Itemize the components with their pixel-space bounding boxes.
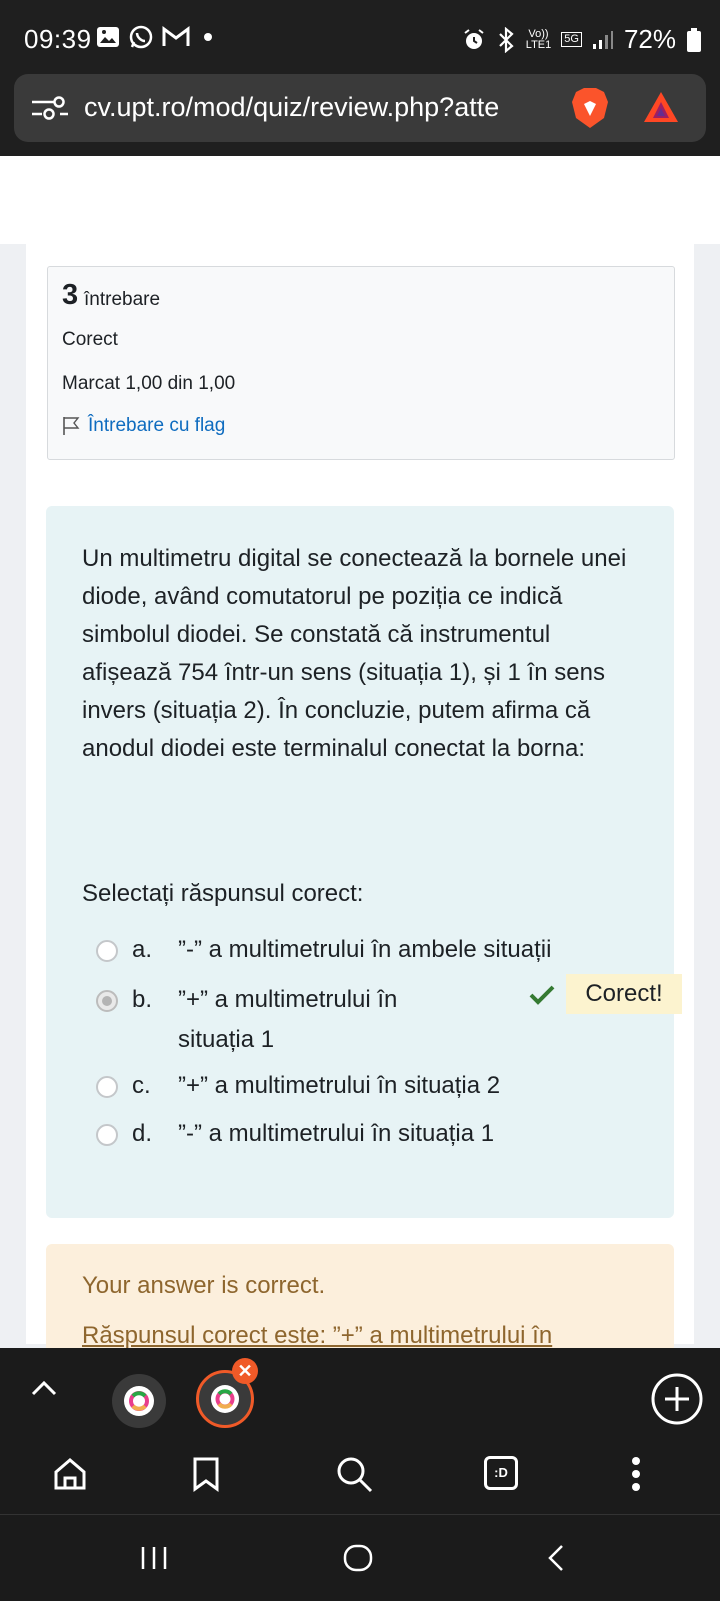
answer-prompt: Selectați răspunsul corect:: [82, 880, 364, 907]
gallery-icon: [97, 27, 119, 47]
home-icon[interactable]: [52, 1456, 88, 1492]
recent-apps-icon[interactable]: [140, 1545, 168, 1571]
tab-thumbnail[interactable]: [112, 1374, 166, 1428]
radio-button-selected[interactable]: [96, 990, 118, 1012]
radio-button[interactable]: [96, 940, 118, 962]
tab-switcher-button[interactable]: :D: [484, 1456, 518, 1490]
answer-letter: b.: [132, 986, 153, 1013]
radio-button[interactable]: [96, 1076, 118, 1098]
home-nav-icon[interactable]: [342, 1543, 374, 1573]
radio-button[interactable]: [96, 1124, 118, 1146]
flag-question-link[interactable]: Întrebare cu flag: [62, 415, 225, 437]
status-right: Vo)) LTE1 5G 72%: [462, 24, 702, 55]
question-number: 3: [62, 279, 79, 311]
toolbar-buttons: :D: [0, 1448, 720, 1508]
battery-percent: 72%: [623, 24, 676, 54]
brave-rewards-icon[interactable]: [642, 90, 680, 124]
browser-bottom-toolbar: ✕ :D: [0, 1348, 720, 1514]
address-bar[interactable]: cv.upt.ro/mod/quiz/review.php?atte: [14, 74, 706, 142]
correct-check-icon: [529, 985, 555, 1005]
network-5g-indicator: 5G: [561, 32, 582, 47]
close-tab-icon[interactable]: ✕: [232, 1358, 258, 1384]
status-time: 09:39: [24, 24, 92, 54]
flag-label[interactable]: Întrebare cu flag: [88, 415, 225, 437]
question-word: întrebare: [84, 289, 161, 310]
brave-shields-icon[interactable]: [570, 86, 610, 130]
more-notifications-dot: [204, 33, 212, 41]
question-info-box: 3 întrebare Corect Marcat 1,00 din 1,00 …: [47, 266, 675, 460]
gmail-icon: [162, 26, 190, 46]
answer-text: ”-” a multimetrului în situația 1: [178, 1120, 495, 1147]
back-nav-icon[interactable]: [546, 1543, 566, 1573]
bluetooth-icon: [499, 26, 514, 53]
status-bar: 09:39 Vo)) LTE1 5G 72%: [0, 0, 720, 74]
volte-indicator: Vo)) LTE1: [525, 27, 552, 51]
notification-icons: [96, 24, 212, 50]
flag-icon: [63, 417, 80, 435]
battery-icon: [687, 27, 701, 52]
bookmark-icon[interactable]: [192, 1456, 220, 1492]
chevron-up-icon[interactable]: [30, 1378, 58, 1398]
search-icon[interactable]: [334, 1454, 374, 1494]
answer-letter: a.: [132, 936, 153, 963]
correct-badge: Corect!: [566, 974, 682, 1014]
general-feedback: Your answer is correct.: [82, 1272, 326, 1299]
site-settings-icon[interactable]: [30, 94, 70, 122]
alarm-icon: [464, 28, 484, 49]
answer-letter: c.: [132, 1072, 151, 1099]
question-state: Corect: [62, 329, 118, 350]
answer-text: ”-” a multimetrului în ambele situații: [178, 936, 552, 963]
site-favicon-icon: [124, 1386, 154, 1416]
answer-text-continued: situația 1: [178, 1026, 275, 1053]
question-grade: Marcat 1,00 din 1,00: [62, 373, 236, 394]
more-menu-icon[interactable]: [630, 1456, 642, 1492]
page-header-area: [0, 156, 720, 244]
answer-text: ”+” a multimetrului în: [178, 986, 398, 1013]
browser-toolbar: cv.upt.ro/mod/quiz/review.php?atte: [0, 74, 720, 156]
answer-text: ”+” a multimetrului în situația 2: [178, 1072, 501, 1099]
right-answer-text: Răspunsul corect este: ”+” a multimetrul…: [82, 1322, 553, 1349]
new-tab-icon[interactable]: [650, 1372, 704, 1426]
url-text[interactable]: cv.upt.ro/mod/quiz/review.php?atte: [84, 92, 564, 123]
signal-icon: [592, 30, 613, 49]
question-text: Un multimetru digital se conectează la b…: [82, 545, 627, 762]
system-nav-bar: [0, 1514, 720, 1601]
tab-switcher-label: :D: [494, 1465, 508, 1480]
whatsapp-icon: [129, 25, 153, 49]
answer-letter: d.: [132, 1120, 153, 1147]
question-formulation: Un multimetru digital se conectează la b…: [46, 506, 682, 1218]
